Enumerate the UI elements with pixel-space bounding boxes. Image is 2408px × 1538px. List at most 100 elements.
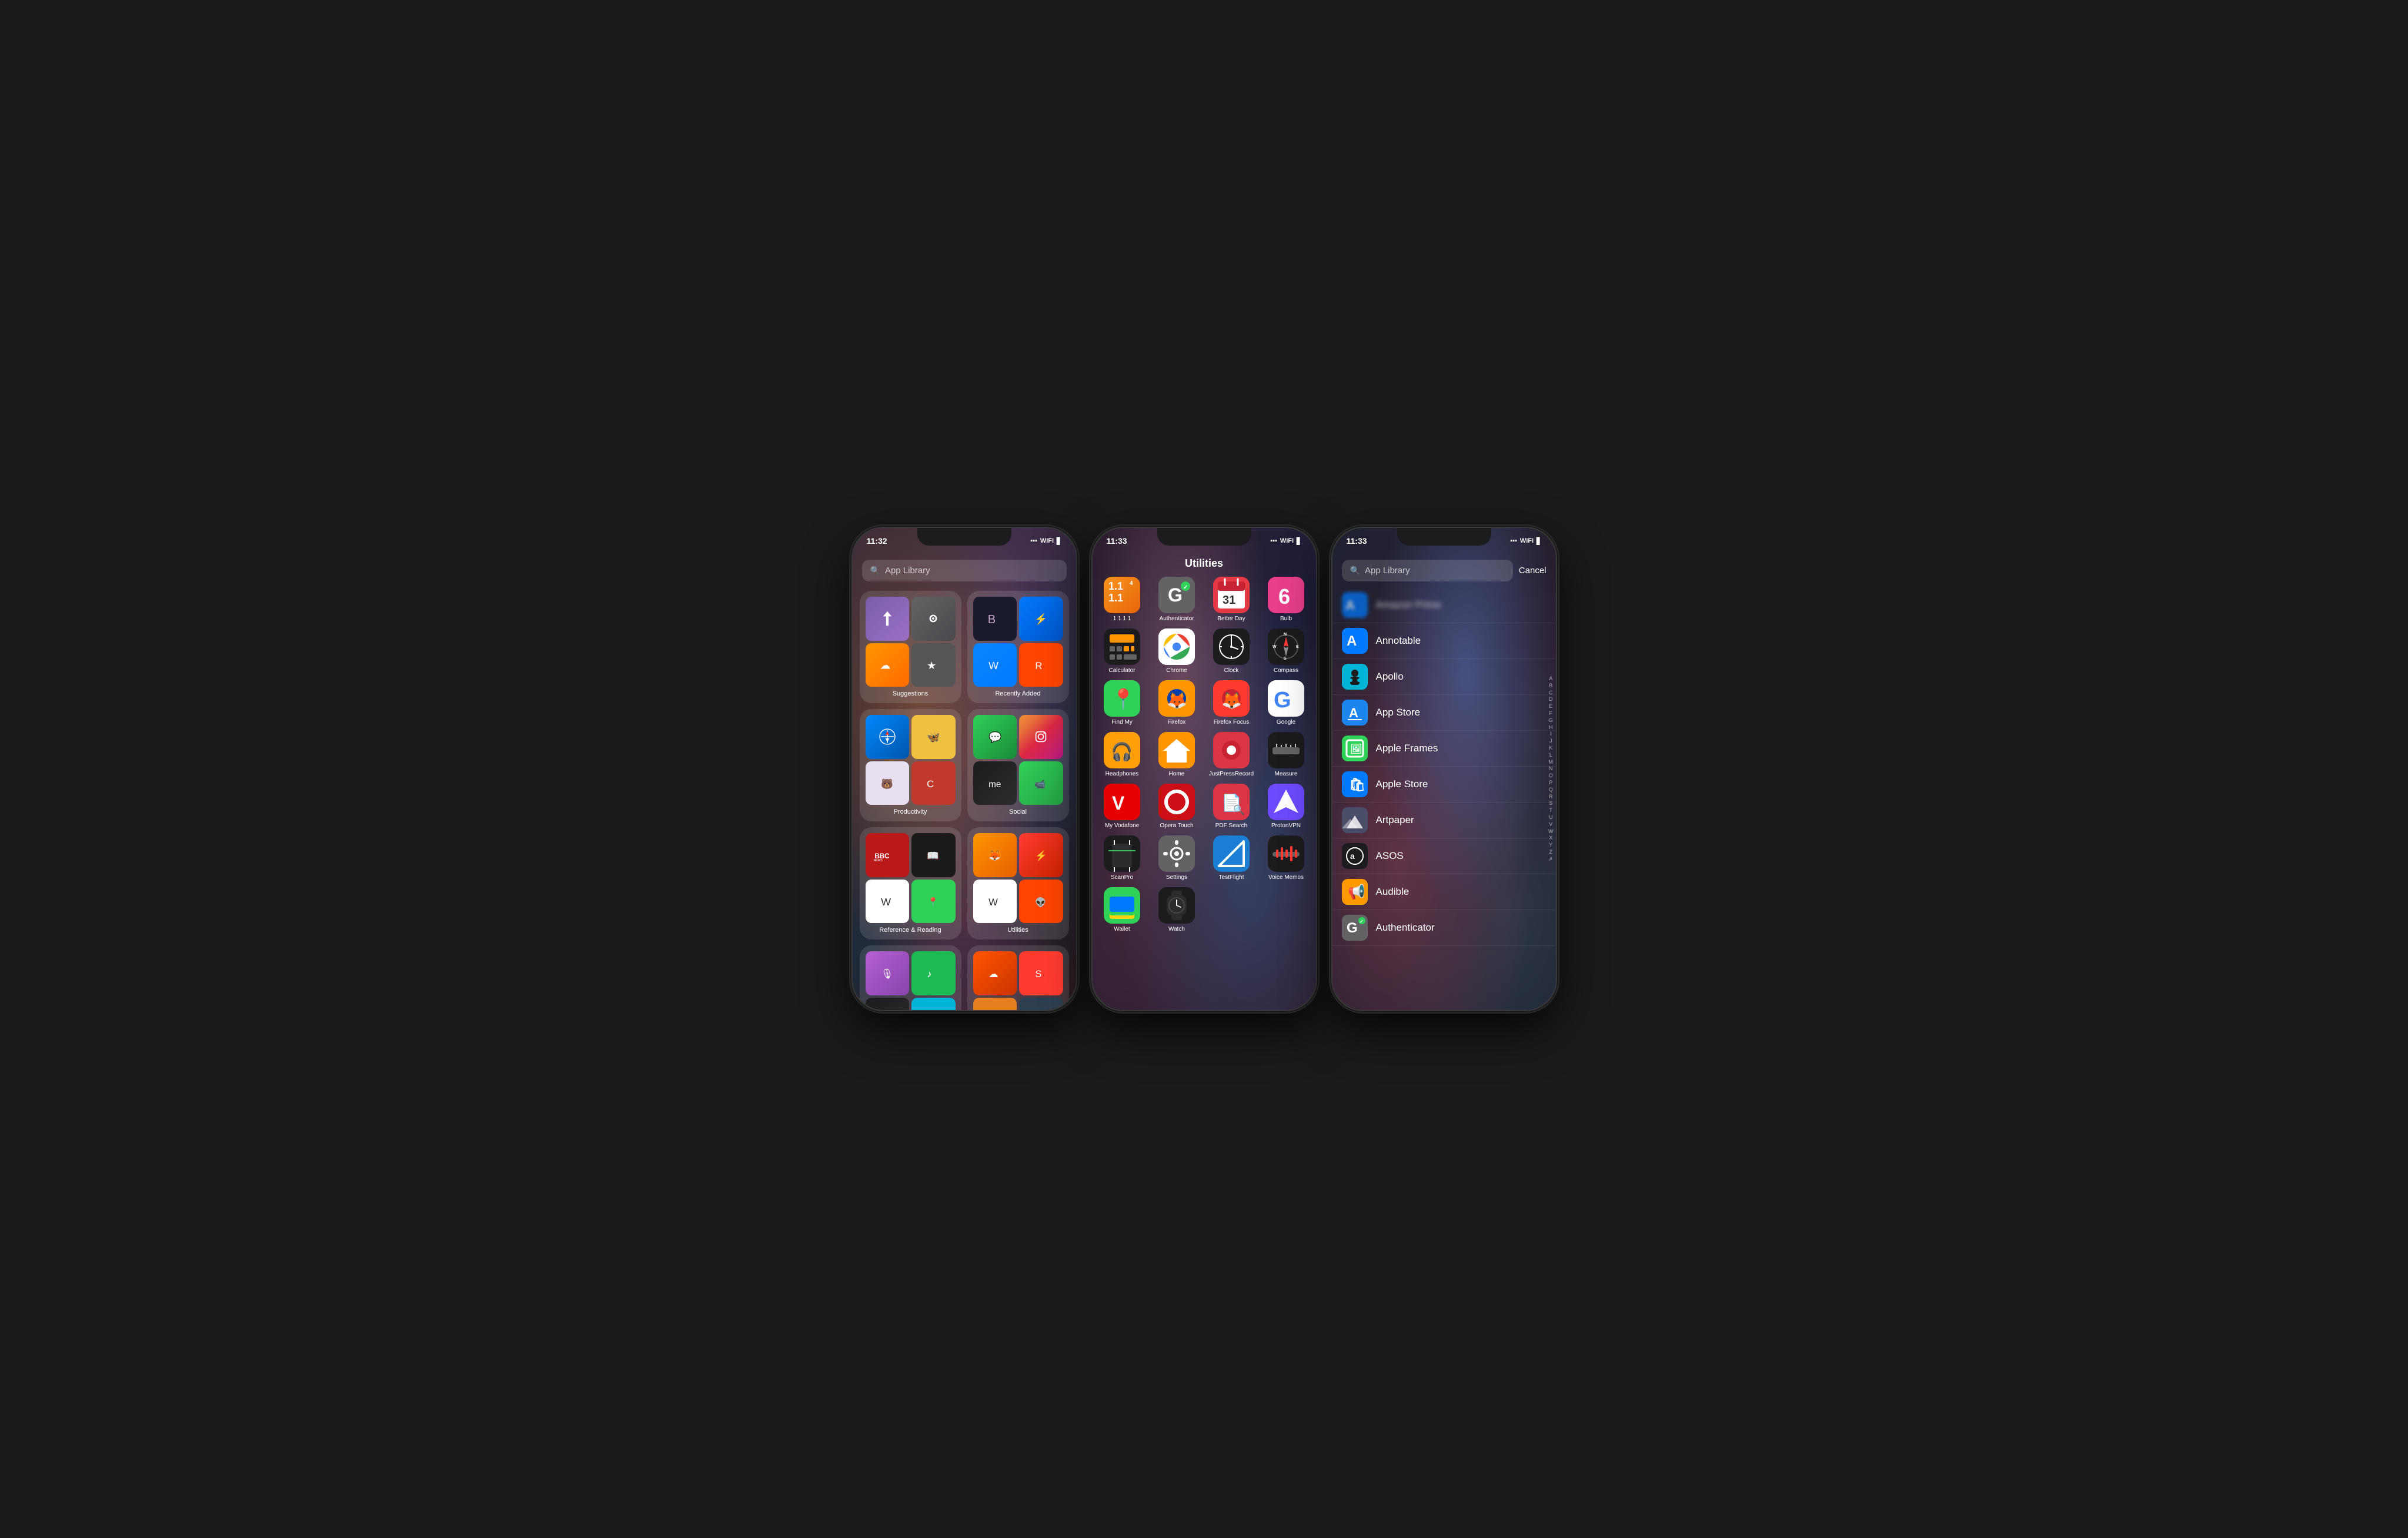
alpha-K[interactable]: K (1549, 745, 1552, 751)
alphabet-index[interactable]: A B C D E F G H I J K L M N O P Q R S T (1548, 676, 1554, 862)
folder-suggestions[interactable]: ☁ ★ Suggestions (860, 591, 961, 703)
search-bar-3[interactable]: 🔍 App Library (1342, 560, 1513, 581)
list-item-audible[interactable]: 📢 Audible (1332, 874, 1556, 910)
app-library-search-1[interactable]: 🔍 App Library (862, 560, 1067, 581)
alpha-R[interactable]: R (1549, 794, 1553, 800)
svg-text:W: W (1273, 645, 1277, 649)
list-item-amazon[interactable]: A Amazon Prime (1332, 587, 1556, 623)
alpha-B[interactable]: B (1549, 683, 1552, 689)
app-clock[interactable]: Clock (1207, 628, 1257, 674)
time-3: 11:33 (1347, 536, 1367, 546)
app-google[interactable]: G Google (1261, 680, 1311, 726)
app-calculator[interactable]: Calculator (1097, 628, 1147, 674)
app-headphones[interactable]: 🎧 Headphones (1097, 732, 1147, 778)
alpha-M[interactable]: M (1549, 759, 1554, 765)
app-authenticator[interactable]: G✓ Authenticator (1152, 577, 1202, 623)
alpha-C[interactable]: C (1549, 690, 1553, 696)
utilities-title: Utilities (1097, 557, 1311, 570)
alpha-V[interactable]: V (1549, 821, 1552, 828)
icon-home (1158, 732, 1195, 768)
list-item-artpaper[interactable]: Artpaper (1332, 803, 1556, 838)
list-item-applestore[interactable]: 🛍 Apple Store (1332, 767, 1556, 803)
phone-3: 11:33 ▪▪▪ WiFi ▋ 🔍 App Library Cancel A (1332, 528, 1556, 1010)
folder-misc[interactable]: ☁ S S ▲ (967, 945, 1069, 1010)
folder-media[interactable]: 🎙 ♪ 📷 A (860, 945, 961, 1010)
app-protonvpn[interactable]: ProtonVPN (1261, 784, 1311, 830)
app-opera[interactable]: Opera Touch (1152, 784, 1202, 830)
app-measure[interactable]: Measure (1261, 732, 1311, 778)
alpha-E[interactable]: E (1549, 703, 1552, 710)
alpha-J[interactable]: J (1549, 738, 1552, 744)
app-settings[interactable]: Settings (1152, 835, 1202, 881)
svg-text:A: A (1347, 633, 1357, 649)
search-icon-3: 🔍 (1350, 566, 1360, 576)
cobra-icon: C (911, 761, 956, 805)
app-home[interactable]: Home (1152, 732, 1202, 778)
folder-recently-added[interactable]: B ⚡ W R Recently Added (967, 591, 1069, 703)
alpha-Z[interactable]: Z (1549, 849, 1553, 855)
app-voicememos[interactable]: Voice Memos (1261, 835, 1311, 881)
app-vodafone[interactable]: V My Vodafone (1097, 784, 1147, 830)
alpha-U[interactable]: U (1549, 814, 1553, 821)
app-firefox[interactable]: 🦊 Firefox (1152, 680, 1202, 726)
app-bulb[interactable]: 6 Bulb (1261, 577, 1311, 623)
app-firefox-focus[interactable]: 🦊 Firefox Focus (1207, 680, 1257, 726)
alpha-W[interactable]: W (1548, 828, 1554, 835)
label-firefox: Firefox (1168, 719, 1186, 726)
folder-utilities[interactable]: 🦊 ⚡ W 👽 Utilities (967, 827, 1069, 939)
alpha-N[interactable]: N (1549, 766, 1553, 773)
label-voicememos: Voice Memos (1268, 874, 1304, 881)
reference-label: Reference & Reading (879, 927, 941, 934)
folder-reference[interactable]: BBCNEWS 📖 W 📍 Reference & Reading (860, 827, 961, 939)
svg-text:👽: 👽 (1036, 897, 1047, 908)
signal-icon-2: ▪▪▪ (1270, 537, 1277, 544)
svg-text:🦊: 🦊 (988, 850, 1001, 861)
utilities-folder-label: Utilities (1007, 927, 1028, 934)
app-scanpro[interactable]: ScanPro (1097, 835, 1147, 881)
app-compass[interactable]: N S E W Compass (1261, 628, 1311, 674)
app-findmy[interactable]: 📍 Find My (1097, 680, 1147, 726)
list-item-appstore[interactable]: A App Store (1332, 695, 1556, 731)
alpha-I[interactable]: I (1550, 731, 1552, 738)
svg-text:★: ★ (927, 660, 936, 671)
alpha-H[interactable]: H (1549, 724, 1553, 731)
alpha-O[interactable]: O (1549, 773, 1553, 779)
alpha-X[interactable]: X (1549, 835, 1552, 842)
alpha-P[interactable]: P (1549, 780, 1552, 786)
alpha-hash[interactable]: # (1549, 856, 1552, 862)
alpha-G[interactable]: G (1549, 717, 1553, 724)
svg-text:📖: 📖 (927, 850, 939, 861)
reeder-icon: ⚡ (1019, 833, 1063, 877)
soundcloud-icon-1: ☁ (866, 643, 910, 687)
alpha-F[interactable]: F (1549, 710, 1553, 717)
alpha-A[interactable]: A (1549, 676, 1552, 682)
label-home: Home (1169, 771, 1185, 778)
svg-text:🛍: 🛍 (1349, 777, 1365, 792)
alpha-Q[interactable]: Q (1549, 787, 1553, 793)
label-1111: 1.1.1.1 (1113, 616, 1131, 623)
svg-text:📹: 📹 (1034, 780, 1046, 790)
app-pdfsearch[interactable]: 📄🔍 PDF Search (1207, 784, 1257, 830)
alpha-Y[interactable]: Y (1549, 842, 1552, 848)
alpha-L[interactable]: L (1549, 752, 1552, 758)
app-jpr[interactable]: JustPressRecord (1207, 732, 1257, 778)
phone-1: 11:32 ▪▪▪ WiFi ▋ 🔍 App Library (853, 528, 1076, 1010)
alpha-S[interactable]: S (1549, 801, 1552, 807)
app-testflight[interactable]: TestFlight (1207, 835, 1257, 881)
app-betterday[interactable]: 31 Better Day (1207, 577, 1257, 623)
list-item-authenticator[interactable]: G✓ Authenticator (1332, 910, 1556, 946)
alpha-T[interactable]: T (1549, 807, 1553, 814)
app-chrome[interactable]: Chrome (1152, 628, 1202, 674)
alpha-D[interactable]: D (1549, 697, 1553, 703)
list-item-appleframes[interactable]: 🖼 Apple Frames (1332, 731, 1556, 767)
list-item-apollo[interactable]: Apollo (1332, 659, 1556, 695)
list-item-annotable[interactable]: A Annotable (1332, 623, 1556, 659)
app-watch[interactable]: Watch (1152, 887, 1202, 933)
icon-scanpro (1104, 835, 1140, 872)
folder-social[interactable]: 💬 me 📹 Social (967, 709, 1069, 821)
folder-productivity[interactable]: 🦋 🐻 C Productivity (860, 709, 961, 821)
list-item-asos[interactable]: a ASOS (1332, 838, 1556, 874)
app-wallet[interactable]: Wallet (1097, 887, 1147, 933)
app-1111[interactable]: 1.11.14 1.1.1.1 (1097, 577, 1147, 623)
cancel-button[interactable]: Cancel (1519, 566, 1547, 576)
